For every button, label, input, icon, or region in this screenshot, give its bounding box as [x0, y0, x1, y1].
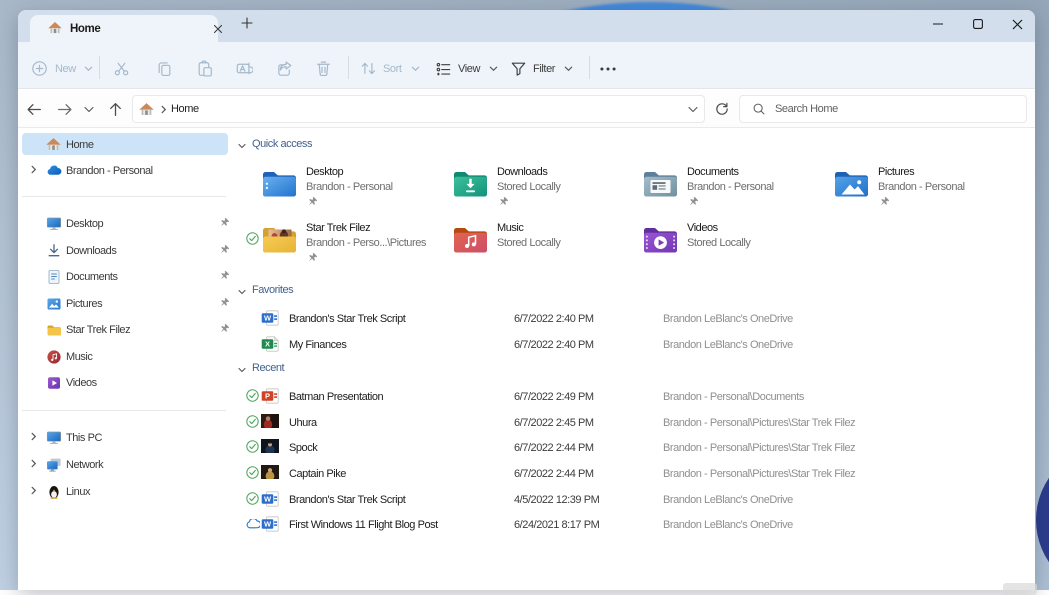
svg-text:W: W — [264, 313, 272, 322]
svg-text:P: P — [265, 391, 270, 400]
svg-text:X: X — [265, 339, 270, 348]
svg-text:W: W — [264, 519, 272, 528]
svg-text:W: W — [264, 494, 272, 503]
